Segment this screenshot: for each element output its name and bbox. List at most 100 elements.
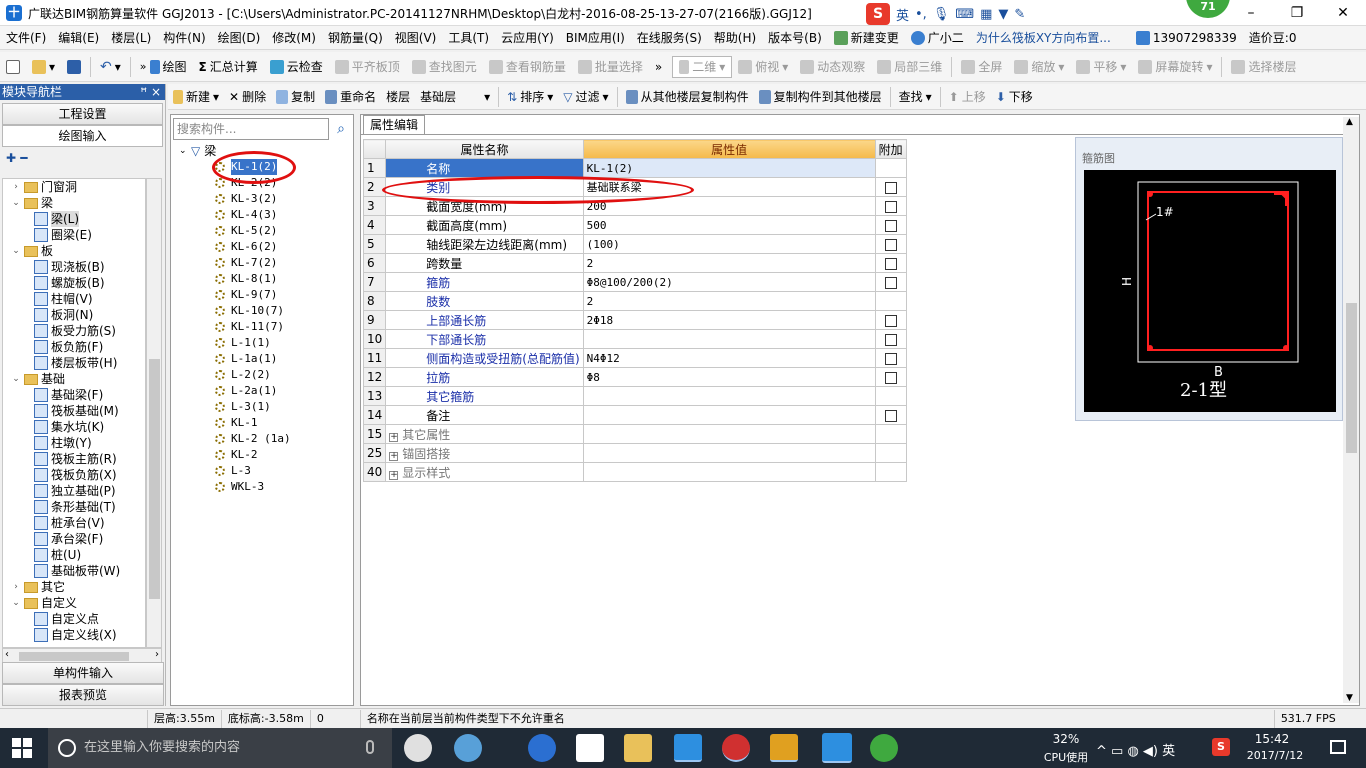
new-change-menu[interactable]: 新建变更: [828, 26, 905, 50]
property-extra[interactable]: [874, 367, 907, 387]
nav-tree-item[interactable]: 桩(U): [3, 547, 145, 563]
taskbar-app-icon[interactable]: [722, 734, 750, 762]
nav-tree-folder[interactable]: ⌄ 梁: [3, 195, 145, 211]
expand-plus-icon[interactable]: +: [389, 451, 399, 461]
nav-tree-item[interactable]: 基础板带(W): [3, 563, 145, 579]
extra-checkbox[interactable]: [884, 219, 897, 232]
store-icon[interactable]: [576, 734, 604, 762]
property-value[interactable]: Φ8: [582, 367, 876, 387]
component-list-item[interactable]: KL-8(1): [175, 271, 351, 287]
component-list-item[interactable]: L-2(2): [175, 367, 351, 383]
property-row[interactable]: 1 名称 KL-1(2): [362, 158, 907, 178]
move-up-button[interactable]: ⬆ 上移: [944, 88, 991, 105]
component-list-item[interactable]: KL-1: [175, 415, 351, 431]
nav-tree-item[interactable]: 筏板负筋(X): [3, 467, 145, 483]
filter-button[interactable]: ▽ 过滤 ▾: [558, 88, 613, 105]
open-file-button[interactable]: ▾: [26, 59, 61, 74]
component-list-item[interactable]: KL-10(7): [175, 303, 351, 319]
property-value[interactable]: [582, 424, 876, 444]
property-extra[interactable]: [874, 272, 907, 292]
sort-button[interactable]: ⇅ 排序 ▾: [502, 88, 558, 105]
property-value[interactable]: 2: [582, 291, 876, 311]
view-mode-select[interactable]: 二维 ▾: [672, 55, 733, 78]
component-search-input[interactable]: 搜索构件...: [173, 118, 329, 140]
component-list-item[interactable]: KL-2(2): [175, 175, 351, 191]
nav-tree-item[interactable]: 筏板主筋(R): [3, 451, 145, 467]
property-extra[interactable]: [874, 405, 907, 425]
extra-checkbox[interactable]: [884, 238, 897, 251]
rotate-button[interactable]: 屏幕旋转 ▾: [1132, 58, 1218, 75]
glodon-app-icon[interactable]: [674, 734, 702, 762]
menu-item[interactable]: 楼层(L): [105, 26, 157, 50]
nav-tree-item[interactable]: 集水坑(K): [3, 419, 145, 435]
draw-button[interactable]: » 绘图: [134, 58, 193, 75]
property-value[interactable]: 2Φ18: [582, 310, 876, 330]
new-component-button[interactable]: 新建 ▾: [168, 88, 224, 105]
new-file-button[interactable]: [0, 59, 26, 74]
batch-select-button[interactable]: 批量选择: [572, 58, 649, 75]
ime-punct-icon[interactable]: •,: [915, 7, 927, 22]
search-icon[interactable]: ⌕: [331, 118, 351, 140]
ime-lang[interactable]: 英: [896, 5, 909, 24]
extra-checkbox[interactable]: [884, 181, 897, 194]
tree-expand-collapse-icons[interactable]: ✚ ━: [0, 147, 165, 169]
nav-tree-item[interactable]: 螺旋板(B): [3, 275, 145, 291]
flush-slab-button[interactable]: 平齐板顶: [329, 58, 406, 75]
zoom-button[interactable]: 缩放 ▾: [1008, 58, 1070, 75]
property-extra[interactable]: [874, 329, 907, 349]
property-row[interactable]: 3 截面宽度(mm) 200: [362, 196, 907, 216]
property-value[interactable]: [582, 405, 876, 425]
nav-tree-item[interactable]: 梁(L): [3, 211, 145, 227]
menu-item[interactable]: 在线服务(S): [631, 26, 708, 50]
property-row[interactable]: 4 截面高度(mm) 500: [362, 215, 907, 235]
extra-checkbox[interactable]: [884, 276, 897, 289]
report-preview-button[interactable]: 报表预览: [2, 684, 164, 706]
tab-property-edit[interactable]: 属性编辑: [363, 115, 426, 135]
component-list-item[interactable]: L-2a(1): [175, 383, 351, 399]
extra-checkbox[interactable]: [884, 257, 897, 270]
nav-tree-item[interactable]: 柱帽(V): [3, 291, 145, 307]
notifications-icon[interactable]: [1330, 740, 1346, 754]
property-value[interactable]: 500: [582, 215, 876, 235]
component-list-item[interactable]: KL-6(2): [175, 239, 351, 255]
tray-icons[interactable]: ^ ▭ ◍ ◀) 英: [1096, 740, 1175, 759]
property-value[interactable]: [582, 443, 876, 463]
property-value[interactable]: KL-1(2): [582, 158, 876, 178]
property-row[interactable]: 15 + 其它属性: [362, 424, 907, 444]
chevron-left-icon[interactable]: ‹: [5, 649, 9, 660]
account-menu[interactable]: 13907298339: [1130, 26, 1243, 50]
nav-tree-item[interactable]: 独立基础(P): [3, 483, 145, 499]
summary-button[interactable]: Σ 汇总计算: [193, 58, 264, 75]
copy-from-floor-button[interactable]: 从其他楼层复制构件: [621, 88, 754, 105]
property-row[interactable]: 25 + 锚固搭接: [362, 443, 907, 463]
drawing-input-button[interactable]: 绘图输入: [2, 125, 163, 147]
fullscreen-button[interactable]: 全屏: [955, 58, 1008, 75]
chevron-down-icon[interactable]: ⌄: [11, 371, 21, 387]
nav-tree-item[interactable]: 承台梁(F): [3, 531, 145, 547]
menu-item[interactable]: 编辑(E): [52, 26, 105, 50]
cloud-check-button[interactable]: 云检查: [264, 58, 329, 75]
component-list-item[interactable]: KL-3(2): [175, 191, 351, 207]
chevron-down-icon[interactable]: ⌄: [11, 243, 21, 259]
sogou-tray-icon[interactable]: S: [1212, 738, 1230, 756]
property-extra[interactable]: [874, 253, 907, 273]
nav-tree-folder[interactable]: ⌄ 基础: [3, 371, 145, 387]
copy-button[interactable]: 复制: [271, 88, 320, 105]
file-explorer-icon[interactable]: [624, 734, 652, 762]
scroll-thumb[interactable]: [1346, 303, 1357, 453]
nav-tree-scrollbar[interactable]: [146, 178, 162, 648]
nav-tree-item[interactable]: 筏板基础(M): [3, 403, 145, 419]
chevron-right-icon[interactable]: ›: [11, 579, 21, 595]
hscroll-thumb[interactable]: [19, 652, 129, 661]
nav-tree-item[interactable]: 板受力筋(S): [3, 323, 145, 339]
view-rebar-button[interactable]: 查看钢筋量: [483, 58, 572, 75]
sogou-logo-icon[interactable]: S: [866, 3, 890, 25]
find-button[interactable]: 查找 ▾: [894, 88, 937, 105]
expand-plus-icon[interactable]: +: [389, 470, 399, 480]
property-value[interactable]: [582, 386, 876, 406]
component-list-item[interactable]: KL-2 (1a): [175, 431, 351, 447]
notification-badge[interactable]: 71: [1186, 0, 1230, 18]
menu-item[interactable]: 钢筋量(Q): [322, 26, 389, 50]
nav-tree-folder[interactable]: › 其它: [3, 579, 145, 595]
property-row[interactable]: 14 备注: [362, 405, 907, 425]
